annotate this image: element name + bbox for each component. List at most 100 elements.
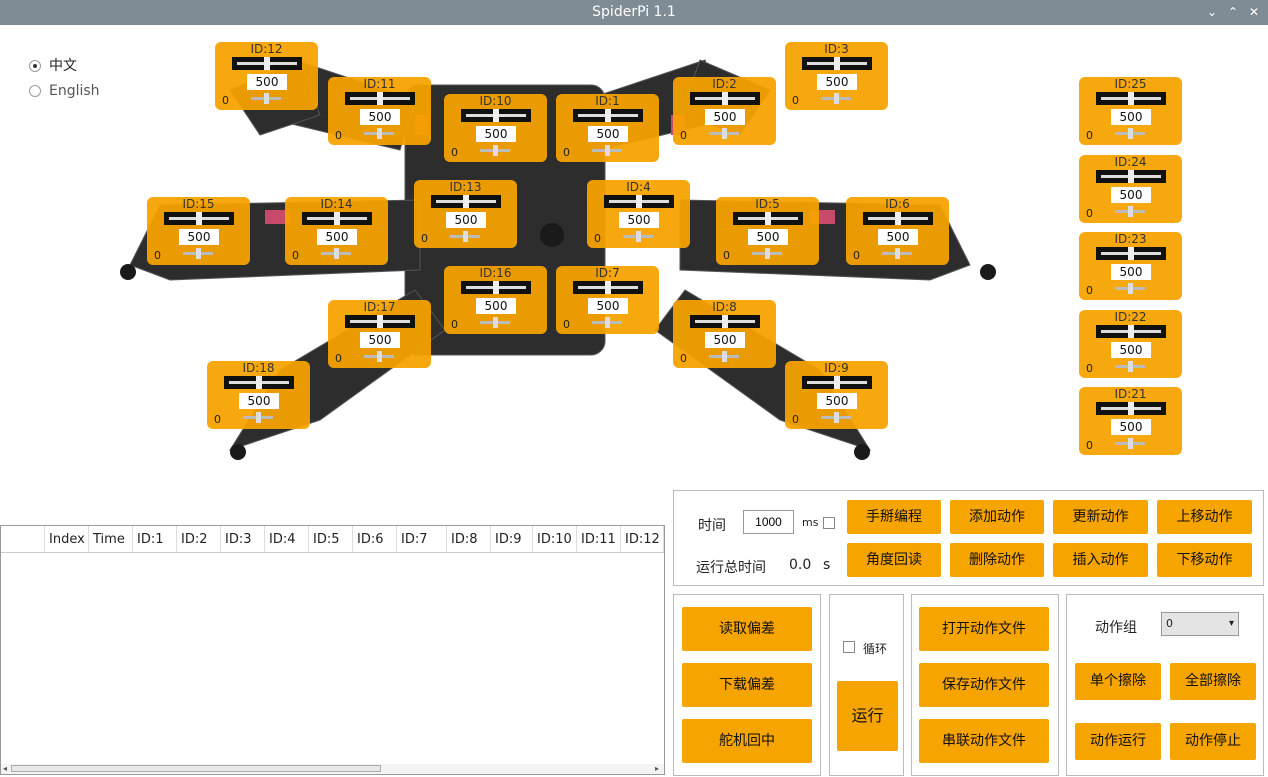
servo-offset-slider[interactable] xyxy=(592,145,622,156)
loop-checkbox[interactable] xyxy=(843,641,855,653)
slider-thumb[interactable] xyxy=(256,376,262,389)
column-header[interactable]: ID:2 xyxy=(177,526,221,552)
slider-thumb[interactable] xyxy=(895,212,901,225)
servo-offset-slider[interactable] xyxy=(183,248,213,259)
servo-offset-slider[interactable] xyxy=(480,317,510,328)
servo-offset-slider[interactable] xyxy=(821,412,851,423)
column-header[interactable]: Index xyxy=(45,526,89,552)
close-button[interactable]: ✕ xyxy=(1244,3,1264,21)
column-header[interactable]: ID:12 xyxy=(621,526,664,552)
radio-selected-icon[interactable] xyxy=(29,60,41,72)
slider-thumb[interactable] xyxy=(196,212,202,225)
slider-thumb[interactable] xyxy=(1128,325,1134,338)
slider-thumb[interactable] xyxy=(1128,170,1134,183)
maximize-button[interactable]: ⌃ xyxy=(1223,3,1243,21)
servo-position-slider[interactable] xyxy=(1096,325,1166,338)
run-button[interactable]: 运行 xyxy=(837,681,898,751)
slider-thumb[interactable] xyxy=(1128,402,1134,415)
action-group-select[interactable]: 0 ▾ xyxy=(1161,612,1239,636)
action-table[interactable]: Index Time ID:1 ID:2 ID:3 ID:4 ID:5 ID:6 ID:7 ID:… xyxy=(0,525,665,775)
servo-position-slider[interactable] xyxy=(1096,92,1166,105)
servo-position-slider[interactable] xyxy=(232,57,302,70)
servo-position-slider[interactable] xyxy=(224,376,294,389)
language-option-chinese[interactable]: 中文 xyxy=(29,55,77,75)
slider-thumb[interactable] xyxy=(1128,247,1134,260)
servo-offset-slider[interactable] xyxy=(752,248,782,259)
time-checkbox[interactable] xyxy=(823,517,835,529)
column-header[interactable]: ID:6 xyxy=(353,526,397,552)
scroll-right-icon[interactable]: ▸ xyxy=(655,764,659,773)
servo-offset-slider[interactable] xyxy=(709,351,739,362)
slider-thumb[interactable] xyxy=(493,281,499,294)
slider-thumb[interactable] xyxy=(722,92,728,105)
slider-thumb[interactable] xyxy=(334,212,340,225)
erase-all-button[interactable]: 全部擦除 xyxy=(1170,663,1256,700)
servo-position-slider[interactable] xyxy=(802,57,872,70)
column-header[interactable]: ID:1 xyxy=(133,526,177,552)
scrollbar-handle[interactable] xyxy=(11,765,381,772)
servo-center-button[interactable]: 舵机回中 xyxy=(682,719,812,763)
servo-offset-slider[interactable] xyxy=(1115,128,1145,139)
servo-position-slider[interactable] xyxy=(164,212,234,225)
delete-action-button[interactable]: 删除动作 xyxy=(950,543,1044,577)
move-up-button[interactable]: 上移动作 xyxy=(1157,500,1252,534)
action-stop-button[interactable]: 动作停止 xyxy=(1170,723,1256,760)
open-action-file-button[interactable]: 打开动作文件 xyxy=(919,607,1049,651)
slider-thumb[interactable] xyxy=(636,195,642,208)
move-down-button[interactable]: 下移动作 xyxy=(1157,543,1252,577)
radio-icon[interactable] xyxy=(29,85,41,97)
servo-position-slider[interactable] xyxy=(1096,170,1166,183)
read-deviation-button[interactable]: 读取偏差 xyxy=(682,607,812,651)
servo-offset-slider[interactable] xyxy=(592,317,622,328)
slider-thumb[interactable] xyxy=(463,195,469,208)
servo-offset-slider[interactable] xyxy=(623,231,653,242)
servo-offset-slider[interactable] xyxy=(364,128,394,139)
servo-offset-slider[interactable] xyxy=(364,351,394,362)
update-action-button[interactable]: 更新动作 xyxy=(1053,500,1148,534)
servo-offset-slider[interactable] xyxy=(243,412,273,423)
servo-position-slider[interactable] xyxy=(690,92,760,105)
servo-position-slider[interactable] xyxy=(431,195,501,208)
slider-thumb[interactable] xyxy=(834,376,840,389)
servo-position-slider[interactable] xyxy=(345,315,415,328)
column-header[interactable]: ID:10 xyxy=(533,526,577,552)
save-action-file-button[interactable]: 保存动作文件 xyxy=(919,663,1049,707)
dropdown-arrow-icon[interactable]: ▾ xyxy=(1229,613,1234,635)
servo-position-slider[interactable] xyxy=(1096,247,1166,260)
time-input[interactable] xyxy=(743,510,794,534)
servo-position-slider[interactable] xyxy=(302,212,372,225)
insert-action-button[interactable]: 插入动作 xyxy=(1053,543,1148,577)
slider-thumb[interactable] xyxy=(377,315,383,328)
slider-thumb[interactable] xyxy=(377,92,383,105)
read-angle-button[interactable]: 角度回读 xyxy=(847,543,941,577)
add-action-button[interactable]: 添加动作 xyxy=(950,500,1044,534)
servo-offset-slider[interactable] xyxy=(450,231,480,242)
slider-thumb[interactable] xyxy=(765,212,771,225)
erase-single-button[interactable]: 单个擦除 xyxy=(1075,663,1161,700)
language-option-english[interactable]: English xyxy=(29,83,100,99)
horizontal-scrollbar[interactable]: ◂ ▸ xyxy=(1,764,664,774)
chain-action-file-button[interactable]: 串联动作文件 xyxy=(919,719,1049,763)
slider-thumb[interactable] xyxy=(1128,92,1134,105)
column-header[interactable]: ID:7 xyxy=(397,526,447,552)
slider-thumb[interactable] xyxy=(605,281,611,294)
servo-position-slider[interactable] xyxy=(1096,402,1166,415)
servo-position-slider[interactable] xyxy=(461,281,531,294)
servo-offset-slider[interactable] xyxy=(321,248,351,259)
servo-position-slider[interactable] xyxy=(690,315,760,328)
slider-thumb[interactable] xyxy=(722,315,728,328)
servo-offset-slider[interactable] xyxy=(1115,438,1145,449)
servo-offset-slider[interactable] xyxy=(709,128,739,139)
servo-position-slider[interactable] xyxy=(345,92,415,105)
slider-thumb[interactable] xyxy=(834,57,840,70)
servo-offset-slider[interactable] xyxy=(1115,206,1145,217)
servo-offset-slider[interactable] xyxy=(1115,361,1145,372)
servo-offset-slider[interactable] xyxy=(882,248,912,259)
column-header[interactable]: ID:11 xyxy=(577,526,621,552)
action-run-button[interactable]: 动作运行 xyxy=(1075,723,1161,760)
servo-offset-slider[interactable] xyxy=(821,93,851,104)
slider-thumb[interactable] xyxy=(264,57,270,70)
slider-thumb[interactable] xyxy=(605,109,611,122)
servo-offset-slider[interactable] xyxy=(251,93,281,104)
servo-position-slider[interactable] xyxy=(573,281,643,294)
